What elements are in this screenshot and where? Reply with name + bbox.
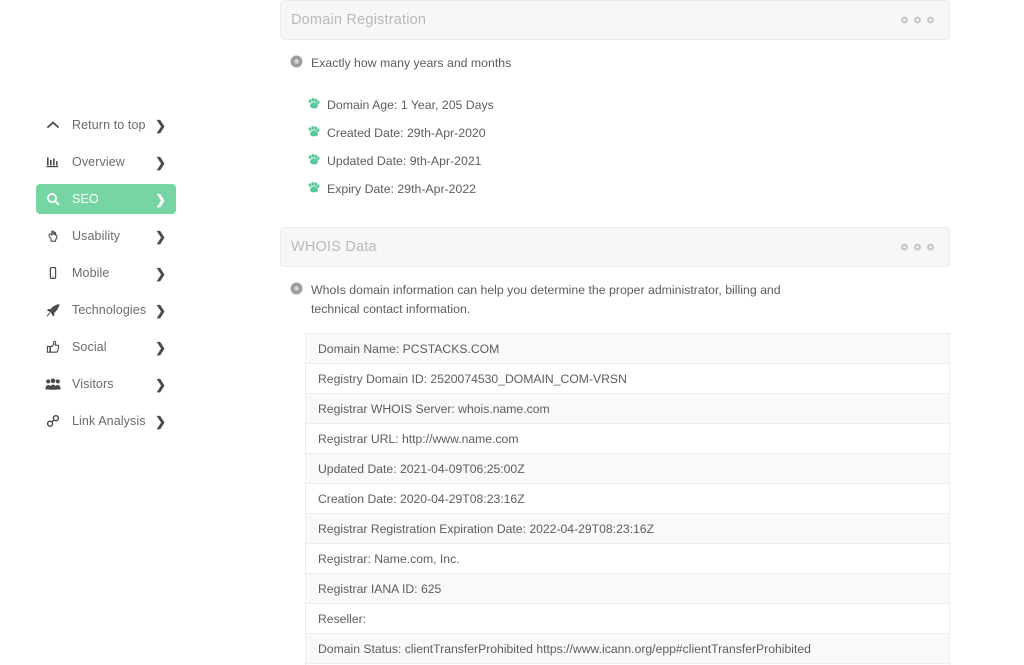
sidebar-item-label: Usability <box>72 229 121 243</box>
panel-whois-data: WHOIS Data WhoIs domain information can … <box>280 227 950 665</box>
table-row: Registry Domain ID: 2520074530_DOMAIN_CO… <box>306 364 949 394</box>
table-row: Reseller: <box>306 604 949 634</box>
chevron-right-icon: ❯ <box>155 228 166 244</box>
sidebar-item-social[interactable]: Social ❯ <box>36 332 176 362</box>
sidebar-item-label: Return to top <box>72 118 146 132</box>
table-row: Creation Date: 2020-04-29T08:23:16Z <box>306 484 949 514</box>
table-row: Updated Date: 2021-04-09T06:25:00Z <box>306 454 949 484</box>
list-item: Created Date: 29th-Apr-2020 <box>308 119 950 147</box>
panel-header: Domain Registration <box>280 0 950 40</box>
list-item-text: Updated Date: 9th-Apr-2021 <box>327 154 482 168</box>
sidebar-item-technologies[interactable]: Technologies ❯ <box>36 295 176 325</box>
paw-print-icon <box>308 152 320 170</box>
info-dot-icon <box>290 55 303 73</box>
list-item-text: Created Date: 29th-Apr-2020 <box>327 126 486 140</box>
panel-description: Exactly how many years and months <box>290 54 950 73</box>
panel-description: WhoIs domain information can help you de… <box>290 281 950 319</box>
sidebar-item-overview[interactable]: Overview ❯ <box>36 147 176 177</box>
table-row: Registrar: Name.com, Inc. <box>306 544 949 574</box>
thumbs-up-icon <box>44 339 62 355</box>
gear-icon[interactable] <box>913 242 922 252</box>
sidebar-item-mobile[interactable]: Mobile ❯ <box>36 258 176 288</box>
table-row: Registrar URL: http://www.name.com <box>306 424 949 454</box>
sidebar-item-label: Link Analysis <box>72 414 146 428</box>
panel-actions[interactable] <box>900 242 935 252</box>
sidebar-item-seo[interactable]: SEO ❯ <box>36 184 176 214</box>
list-item: Updated Date: 9th-Apr-2021 <box>308 147 950 175</box>
panel-description-text: Exactly how many years and months <box>311 56 512 70</box>
sidebar-item-label: Technologies <box>72 303 147 317</box>
panel-title: Domain Registration <box>291 12 427 28</box>
chevron-right-icon: ❯ <box>155 117 166 133</box>
gear-icon[interactable] <box>900 242 909 252</box>
chevron-right-icon: ❯ <box>155 339 166 355</box>
table-row: Domain Status: clientTransferProhibited … <box>306 634 949 664</box>
chevron-right-icon: ❯ <box>155 302 166 318</box>
sidebar-item-label: Overview <box>72 155 125 169</box>
sidebar-item-visitors[interactable]: Visitors ❯ <box>36 369 176 399</box>
panel-body: Exactly how many years and months Domain… <box>280 40 950 203</box>
sidebar-item-label: SEO <box>72 192 99 206</box>
sidebar-item-link-analysis[interactable]: Link Analysis ❯ <box>36 406 176 436</box>
panel-title: WHOIS Data <box>291 239 377 255</box>
sidebar-item-label: Visitors <box>72 377 114 391</box>
domain-registration-list: Domain Age: 1 Year, 205 Days Created Dat… <box>290 91 950 203</box>
gear-icon[interactable] <box>926 15 935 25</box>
rocket-icon <box>44 302 62 318</box>
list-item-text: Expiry Date: 29th-Apr-2022 <box>327 182 477 196</box>
sidebar-item-label: Mobile <box>72 266 110 280</box>
sidebar-nav: Return to top ❯ Overview ❯ SEO ❯ Usabili… <box>36 110 176 443</box>
list-item: Expiry Date: 29th-Apr-2022 <box>308 175 950 203</box>
chain-link-icon <box>44 413 62 429</box>
chevron-right-icon: ❯ <box>155 265 166 281</box>
paw-print-icon <box>308 96 320 114</box>
chevron-right-icon: ❯ <box>155 191 166 207</box>
sidebar-item-usability[interactable]: Usability ❯ <box>36 221 176 251</box>
paw-print-icon <box>308 124 320 142</box>
gear-icon[interactable] <box>913 15 922 25</box>
panel-body: WhoIs domain information can help you de… <box>280 267 950 665</box>
panel-header: WHOIS Data <box>280 227 950 267</box>
main-content: Domain Registration Exactly how many yea… <box>280 0 1024 665</box>
panel-description-text: WhoIs domain information can help you de… <box>311 283 781 316</box>
table-row: Domain Name: PCSTACKS.COM <box>306 334 949 364</box>
bar-chart-icon <box>44 154 62 170</box>
chevron-up-icon <box>44 117 62 133</box>
chevron-right-icon: ❯ <box>155 413 166 429</box>
table-row: Registrar IANA ID: 625 <box>306 574 949 604</box>
sidebar-item-label: Social <box>72 340 107 354</box>
gear-icon[interactable] <box>926 242 935 252</box>
panel-domain-registration: Domain Registration Exactly how many yea… <box>280 0 950 203</box>
page-root: Return to top ❯ Overview ❯ SEO ❯ Usabili… <box>0 0 1024 665</box>
paw-print-icon <box>308 180 320 198</box>
hand-pointer-icon <box>44 228 62 244</box>
whois-table: Domain Name: PCSTACKS.COM Registry Domai… <box>305 333 950 665</box>
sidebar: Return to top ❯ Overview ❯ SEO ❯ Usabili… <box>0 0 280 665</box>
info-dot-icon <box>290 282 303 300</box>
users-group-icon <box>44 376 62 392</box>
panel-actions[interactable] <box>900 15 935 25</box>
gear-icon[interactable] <box>900 15 909 25</box>
list-item: Domain Age: 1 Year, 205 Days <box>308 91 950 119</box>
mobile-phone-icon <box>44 265 62 281</box>
search-icon <box>44 191 62 207</box>
chevron-right-icon: ❯ <box>155 154 166 170</box>
chevron-right-icon: ❯ <box>155 376 166 392</box>
table-row: Registrar Registration Expiration Date: … <box>306 514 949 544</box>
table-row: Registrar WHOIS Server: whois.name.com <box>306 394 949 424</box>
list-item-text: Domain Age: 1 Year, 205 Days <box>327 98 494 112</box>
sidebar-item-return-to-top[interactable]: Return to top ❯ <box>36 110 176 140</box>
